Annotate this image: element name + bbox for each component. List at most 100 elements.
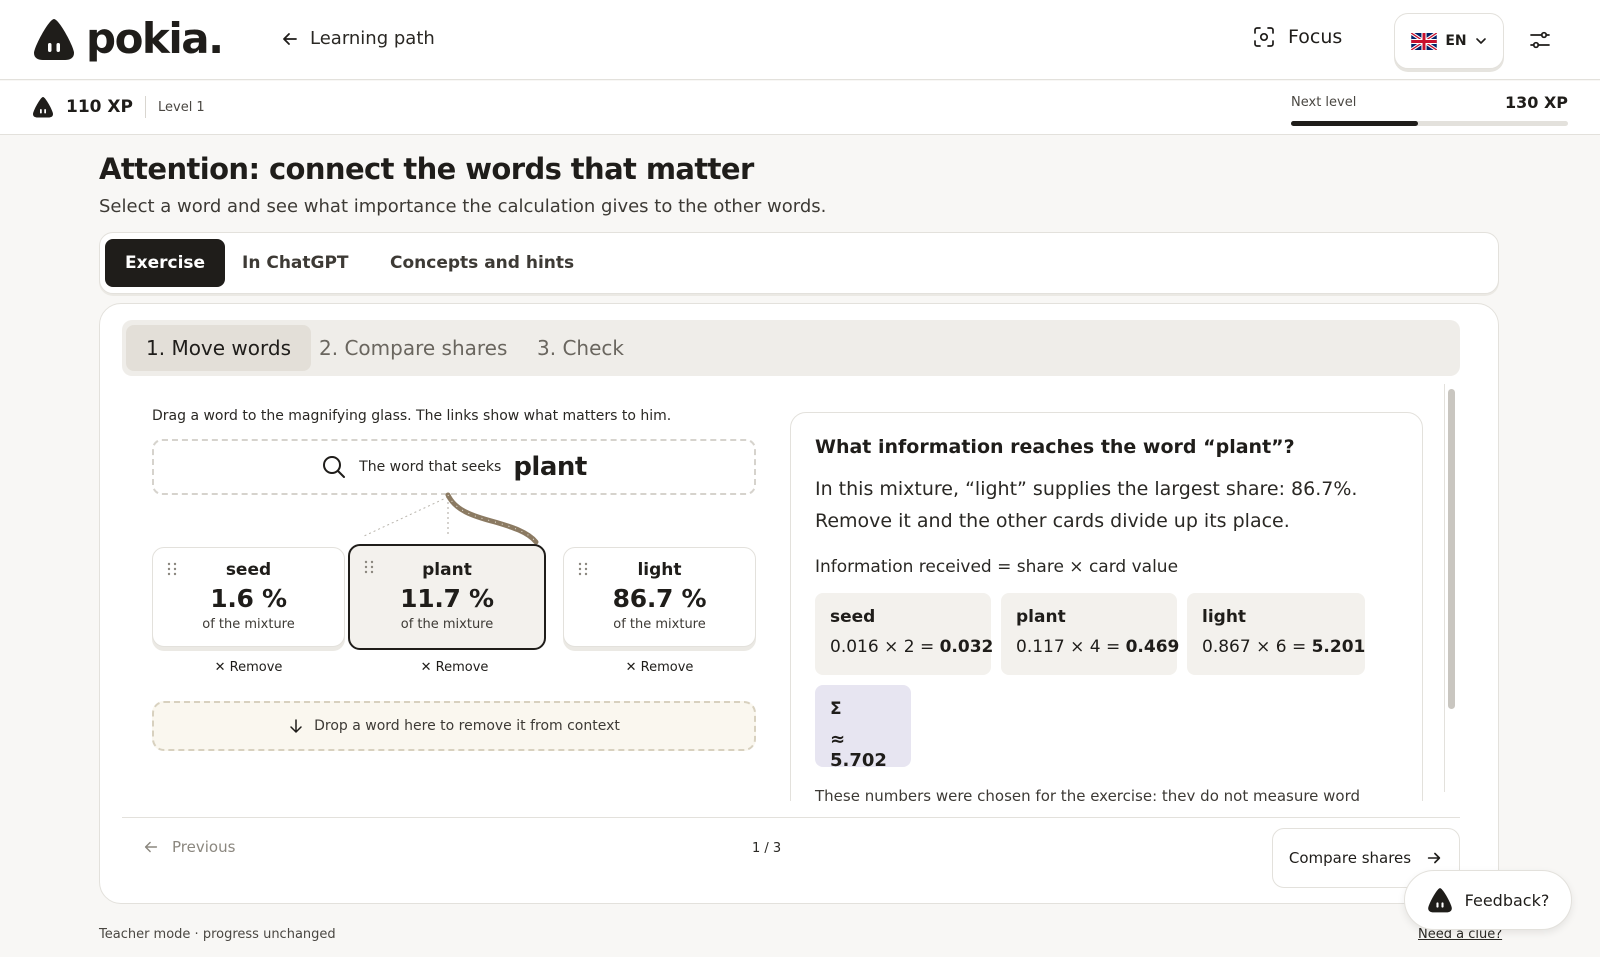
remove-label: Remove (640, 660, 694, 675)
calc-result: 0.469 (1125, 637, 1180, 657)
calc-light: light 0.867 × 6 = 5.201 (1187, 593, 1365, 675)
card-share-caption: of the mixture (202, 617, 295, 632)
logo-icon (34, 18, 74, 60)
info-panel: What information reaches the word “plant… (790, 412, 1423, 801)
info-card: What information reaches the word “plant… (790, 412, 1423, 801)
next-level-label: Next level (1291, 95, 1357, 110)
info-scrollbar[interactable] (1444, 384, 1455, 792)
drag-handle-icon[interactable] (578, 562, 588, 576)
card-share: 11.7 % (400, 584, 494, 613)
language-selector[interactable]: EN (1394, 13, 1504, 69)
card-word: light (637, 560, 682, 580)
seeking-word: plant (513, 452, 587, 482)
seeking-word-target[interactable]: The word that seeks plant (152, 439, 756, 495)
logo-icon (1427, 888, 1452, 913)
drag-handle-icon[interactable] (364, 560, 374, 574)
close-icon: ✕ (214, 660, 230, 675)
calc-result: 0.032 (939, 637, 994, 657)
word-card-seed[interactable]: seed 1.6 % of the mixture (152, 547, 345, 647)
previous-button[interactable]: Previous (142, 838, 235, 856)
uk-flag-icon (1411, 32, 1438, 50)
info-title: What information reaches the word “plant… (815, 436, 1295, 458)
calc-word: plant (1016, 607, 1066, 627)
arrow-right-icon (1427, 852, 1441, 864)
feedback-button[interactable]: Feedback? (1404, 870, 1572, 930)
feedback-label: Feedback? (1464, 890, 1550, 910)
sum-symbol: Σ (830, 699, 842, 719)
remove-light-button[interactable]: ✕ Remove (563, 660, 756, 675)
focus-icon (1254, 27, 1274, 47)
language-code: EN (1445, 33, 1467, 49)
xp-bar: 110 XP Level 1 Next level 130 XP (0, 81, 1600, 135)
close-icon: ✕ (420, 660, 436, 675)
logo-text: pokia. (86, 14, 224, 63)
step-check[interactable]: 3. Check (537, 325, 624, 371)
divider (122, 817, 1460, 818)
step-compare-shares[interactable]: 2. Compare shares (319, 325, 507, 371)
card-share-caption: of the mixture (613, 617, 706, 632)
remove-label: Remove (435, 660, 489, 675)
arrow-down-icon (290, 719, 302, 733)
card-share: 86.7 % (612, 584, 707, 613)
logo[interactable]: pokia. (32, 14, 224, 63)
formula: Information received = share × card valu… (815, 557, 1179, 577)
back-link-label: Learning path (310, 28, 435, 49)
calc-expression: 0.016 × 2 = 0.032 (830, 637, 994, 657)
level-label: Level 1 (157, 99, 205, 115)
level-progress-bar (1291, 121, 1568, 126)
next-label: Compare shares (1288, 849, 1412, 867)
exercise-card: 1. Move words 2. Compare shares 3. Check… (99, 303, 1499, 904)
calc-plant: plant 0.117 × 4 = 0.469 (1001, 593, 1180, 675)
disclaimer-note: These numbers were chosen for the exerci… (815, 787, 1361, 801)
step-counter: 1 / 3 (752, 841, 782, 856)
sum-box: Σ ≈ 5.702 (815, 685, 911, 771)
drop-zone-label: Drop a word here to remove it from conte… (314, 718, 620, 734)
word-card-plant[interactable]: plant 11.7 % of the mixture (348, 544, 546, 650)
scrollbar-thumb[interactable] (1448, 389, 1455, 709)
remove-drop-zone[interactable]: Drop a word here to remove it from conte… (152, 701, 756, 751)
current-xp: 110 XP (66, 97, 133, 117)
close-icon: ✕ (625, 660, 641, 675)
exercise-instruction: Drag a word to the magnifying glass. The… (152, 408, 672, 424)
page-subtitle: Select a word and see what importance th… (99, 196, 827, 217)
previous-label: Previous (172, 838, 236, 856)
tab-exercise[interactable]: Exercise (105, 239, 226, 287)
calc-word: light (1202, 607, 1247, 627)
remove-plant-button[interactable]: ✕ Remove (358, 660, 551, 675)
level-progress-fill (1291, 121, 1419, 126)
settings-button[interactable] (1528, 28, 1552, 56)
link-seed (363, 496, 449, 537)
page-title: Attention: connect the words that matter (99, 152, 754, 186)
calc-word: seed (830, 607, 876, 627)
card-share-caption: of the mixture (400, 617, 494, 632)
chevron-down-icon (1475, 38, 1486, 44)
divider (144, 96, 146, 118)
card-word: plant (422, 560, 472, 580)
arrow-left-icon (283, 32, 297, 45)
next-level-xp: 130 XP (1504, 93, 1568, 112)
card-share: 1.6 % (210, 584, 287, 613)
tab-in-chatgpt[interactable]: In ChatGPT (242, 239, 349, 287)
search-icon (323, 456, 346, 478)
calc-expression: 0.117 × 4 = 0.469 (1016, 637, 1180, 657)
focus-button[interactable]: Focus (1252, 25, 1342, 49)
word-card-light[interactable]: light 86.7 % of the mixture (563, 547, 756, 647)
arrow-left-icon (144, 841, 158, 853)
calc-expression: 0.867 × 6 = 5.201 (1202, 637, 1366, 657)
remove-seed-button[interactable]: ✕ Remove (152, 660, 345, 675)
back-to-learning-path[interactable]: Learning path (280, 28, 435, 49)
tab-concepts-and-hints[interactable]: Concepts and hints (390, 239, 574, 287)
card-word: seed (225, 560, 272, 580)
remove-label: Remove (229, 660, 283, 675)
sum-value: ≈ 5.702 (830, 729, 887, 771)
seeking-word-label: The word that seeks (359, 459, 502, 475)
sliders-icon (1530, 31, 1550, 49)
calc-result: 5.201 (1311, 637, 1366, 657)
link-light (445, 492, 539, 545)
logo-icon (33, 97, 53, 118)
teacher-mode-note: Teacher mode · progress unchanged (99, 927, 336, 942)
drag-handle-icon[interactable] (167, 562, 177, 576)
focus-label: Focus (1288, 26, 1343, 48)
step-move-words[interactable]: 1. Move words (126, 325, 312, 371)
top-header: pokia. Learning path Focus EN (0, 0, 1600, 80)
